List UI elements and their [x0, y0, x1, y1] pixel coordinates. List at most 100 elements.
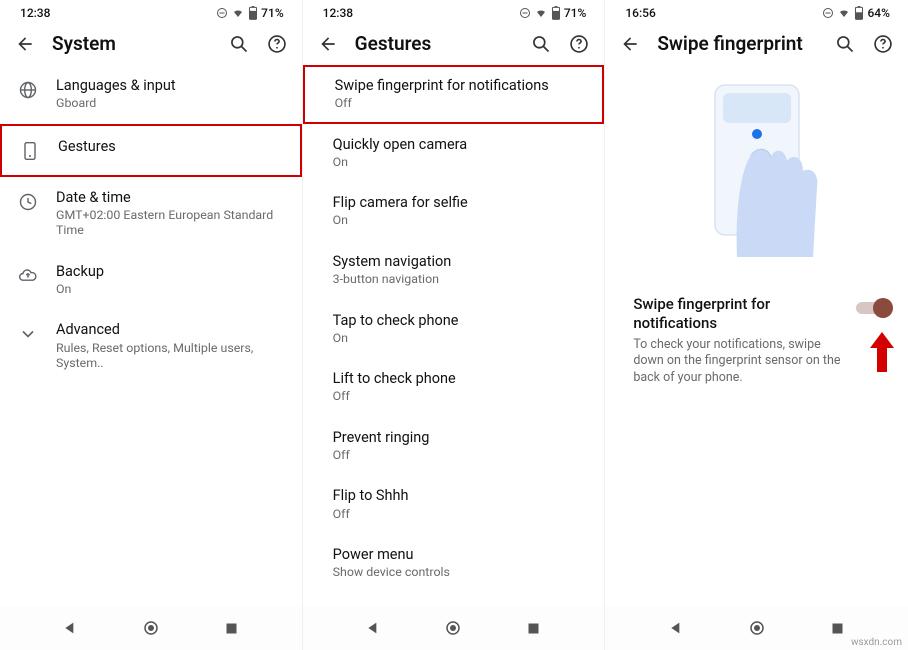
- status-right: 71%: [519, 6, 586, 20]
- row-subtitle: GMT+02:00 Eastern European Standard Time: [56, 208, 286, 239]
- row-subtitle: On: [333, 213, 589, 229]
- gestures-list: Swipe fingerprint for notifications Off …: [303, 65, 605, 593]
- nav-recent-icon[interactable]: [221, 618, 241, 638]
- gesture-icon: [18, 139, 42, 163]
- dnd-icon: [216, 7, 228, 19]
- row-lift-check[interactable]: Lift to check phoneOff: [303, 358, 605, 417]
- row-subtitle: Off: [333, 448, 589, 464]
- phone-gestures: 12:38 71% Gestures Swipe fingerprint for…: [303, 0, 606, 650]
- row-title: Power menu: [333, 546, 589, 564]
- settings-list: Languages & input Gboard Gestures Date &…: [0, 65, 302, 384]
- nav-bar: [303, 606, 605, 650]
- status-battery: 71%: [261, 6, 283, 20]
- row-gestures[interactable]: Gestures: [0, 124, 302, 177]
- row-title: Quickly open camera: [333, 136, 589, 154]
- help-icon[interactable]: [568, 33, 590, 55]
- header: System: [0, 22, 302, 65]
- page-title: System: [52, 32, 212, 55]
- status-battery: 64%: [867, 6, 889, 20]
- row-power-menu[interactable]: Power menuShow device controls: [303, 534, 605, 593]
- chevron-down-icon: [16, 322, 40, 346]
- nav-home-icon[interactable]: [141, 618, 161, 638]
- row-subtitle: Off: [333, 507, 589, 523]
- toggle-swipe-fingerprint: Swipe fingerprint for notifications To c…: [605, 281, 908, 401]
- nav-back-icon[interactable]: [666, 618, 686, 638]
- status-time: 16:56: [625, 6, 655, 20]
- row-title: Gestures: [58, 138, 284, 156]
- nav-recent-icon[interactable]: [524, 618, 544, 638]
- row-subtitle: On: [333, 155, 589, 171]
- nav-home-icon[interactable]: [747, 618, 767, 638]
- battery-icon: [248, 6, 258, 20]
- row-advanced[interactable]: Advanced Rules, Reset options, Multiple …: [0, 309, 302, 383]
- help-icon[interactable]: [266, 33, 288, 55]
- toggle-title: Swipe fingerprint for notifications: [633, 295, 844, 333]
- page-title: Gestures: [355, 32, 515, 55]
- row-title: Date & time: [56, 189, 286, 207]
- cloud-icon: [16, 264, 40, 288]
- clock-icon: [16, 190, 40, 214]
- annotation-arrow-icon: [870, 332, 894, 372]
- status-right: 71%: [216, 6, 283, 20]
- row-swipe-fingerprint[interactable]: Swipe fingerprint for notifications Off: [303, 65, 605, 124]
- status-bar: 16:56 64%: [605, 0, 908, 22]
- row-subtitle: 3-button navigation: [333, 272, 589, 288]
- nav-back-icon[interactable]: [363, 618, 383, 638]
- help-icon[interactable]: [872, 33, 894, 55]
- status-right: 64%: [822, 6, 889, 20]
- row-title: Languages & input: [56, 77, 286, 95]
- row-subtitle: Gboard: [56, 96, 286, 112]
- row-title: Prevent ringing: [333, 429, 589, 447]
- phone-swipe-fingerprint: 16:56 64% Swipe fingerprint Swipe finger…: [605, 0, 908, 650]
- phone-system: 12:38 71% System Languages & input Gboar…: [0, 0, 303, 650]
- search-icon[interactable]: [228, 33, 250, 55]
- nav-home-icon[interactable]: [443, 618, 463, 638]
- battery-icon: [551, 6, 561, 20]
- nav-recent-icon[interactable]: [827, 618, 847, 638]
- row-subtitle: Off: [333, 389, 589, 405]
- status-time: 12:38: [20, 6, 50, 20]
- back-icon[interactable]: [317, 33, 339, 55]
- row-subtitle: Rules, Reset options, Multiple users, Sy…: [56, 341, 286, 372]
- row-backup[interactable]: Backup On: [0, 251, 302, 310]
- back-icon[interactable]: [14, 33, 36, 55]
- row-prevent-ringing[interactable]: Prevent ringingOff: [303, 417, 605, 476]
- status-bar: 12:38 71%: [303, 0, 605, 22]
- toggle-subtitle: To check your notifications, swipe down …: [633, 337, 844, 388]
- row-datetime[interactable]: Date & time GMT+02:00 Eastern European S…: [0, 177, 302, 251]
- header: Swipe fingerprint: [605, 22, 908, 65]
- watermark: wsxdn.com: [851, 637, 902, 648]
- row-tap-check[interactable]: Tap to check phoneOn: [303, 300, 605, 359]
- row-subtitle: Show device controls: [333, 565, 589, 581]
- status-battery: 71%: [564, 6, 586, 20]
- wifi-icon: [534, 7, 548, 19]
- row-title: Tap to check phone: [333, 312, 589, 330]
- row-title: Flip to Shhh: [333, 487, 589, 505]
- row-title: Swipe fingerprint for notifications: [335, 77, 587, 95]
- nav-back-icon[interactable]: [60, 618, 80, 638]
- wifi-icon: [231, 7, 245, 19]
- row-languages[interactable]: Languages & input Gboard: [0, 65, 302, 124]
- page-title: Swipe fingerprint: [657, 32, 818, 55]
- status-bar: 12:38 71%: [0, 0, 302, 22]
- search-icon[interactable]: [834, 33, 856, 55]
- row-title: System navigation: [333, 253, 589, 271]
- toggle-switch[interactable]: [856, 299, 890, 317]
- row-flip-camera[interactable]: Flip camera for selfieOn: [303, 182, 605, 241]
- dnd-icon: [519, 7, 531, 19]
- back-icon[interactable]: [619, 33, 641, 55]
- search-icon[interactable]: [530, 33, 552, 55]
- row-title: Advanced: [56, 321, 286, 339]
- row-quick-camera[interactable]: Quickly open cameraOn: [303, 124, 605, 183]
- row-system-navigation[interactable]: System navigation3-button navigation: [303, 241, 605, 300]
- illustration: [605, 65, 908, 281]
- row-subtitle: On: [333, 331, 589, 347]
- row-flip-shhh[interactable]: Flip to Shhh Off: [303, 475, 605, 534]
- row-title: Backup: [56, 263, 286, 281]
- dnd-icon: [822, 7, 834, 19]
- status-time: 12:38: [323, 6, 353, 20]
- row-title: Lift to check phone: [333, 370, 589, 388]
- nav-bar: [0, 606, 302, 650]
- wifi-icon: [837, 7, 851, 19]
- row-subtitle: On: [56, 282, 286, 298]
